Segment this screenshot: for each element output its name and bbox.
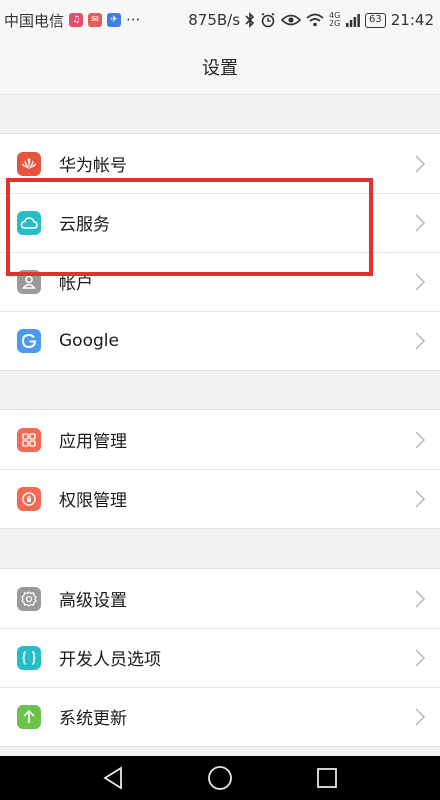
settings-item-accounts[interactable]: 帐户	[0, 252, 440, 311]
chevron-right-icon	[415, 213, 426, 232]
cloud-icon	[17, 210, 41, 235]
eye-comfort-icon	[281, 14, 302, 26]
settings-item-label: Google	[59, 330, 119, 351]
title-bar: 设置	[0, 40, 440, 95]
chevron-right-icon	[415, 589, 426, 608]
settings-item-google[interactable]: Google	[0, 311, 440, 370]
network-speed: 875B/s	[188, 11, 241, 29]
back-button[interactable]	[93, 758, 133, 798]
settings-item-label: 华为帐号	[59, 156, 127, 176]
huawei-icon	[17, 151, 41, 176]
carrier-label: 中国电信	[4, 11, 65, 30]
settings-item-system-update[interactable]: 系统更新	[0, 687, 440, 746]
more-notifications-icon: ···	[126, 11, 141, 29]
chevron-right-icon	[415, 430, 426, 449]
home-circle-icon	[208, 766, 232, 790]
settings-item-permissions[interactable]: 权限管理	[0, 469, 440, 528]
network-type: 4G 2G	[329, 11, 341, 28]
signal-icon	[346, 14, 360, 27]
google-icon	[17, 328, 41, 353]
settings-group-system: 高级设置 开发人员选项 系统更新	[0, 568, 440, 747]
chevron-right-icon	[415, 154, 426, 173]
back-triangle-icon	[103, 766, 123, 790]
mail-app-icon: ✉	[88, 13, 103, 27]
gear-icon	[17, 586, 41, 611]
settings-item-label: 应用管理	[59, 432, 127, 452]
account-icon	[17, 269, 41, 294]
settings-group-accounts: 华为帐号 云服务 帐户 Google	[0, 133, 440, 371]
settings-item-label: 开发人员选项	[59, 650, 161, 670]
chevron-right-icon	[415, 272, 426, 291]
settings-item-label: 帐户	[59, 274, 93, 294]
chevron-right-icon	[415, 331, 426, 350]
status-bar: 中国电信 ♫ ✉ ✈ ··· 875B/s 4G 2G 63 21:42	[0, 0, 440, 40]
recent-apps-button[interactable]	[307, 758, 347, 798]
braces-icon	[17, 645, 41, 670]
settings-item-label: 云服务	[59, 215, 110, 235]
settings-item-huawei-id[interactable]: 华为帐号	[0, 134, 440, 193]
home-button[interactable]	[200, 758, 240, 798]
recent-square-icon	[316, 768, 337, 788]
settings-item-label: 系统更新	[59, 709, 127, 729]
settings-item-developer-options[interactable]: 开发人员选项	[0, 628, 440, 687]
chevron-right-icon	[415, 707, 426, 726]
navigation-bar	[0, 756, 440, 800]
chevron-right-icon	[415, 648, 426, 667]
settings-item-cloud[interactable]: 云服务	[0, 193, 440, 252]
app-grid-icon	[17, 427, 41, 452]
page-title: 设置	[202, 58, 238, 79]
arrow-up-icon	[17, 704, 41, 729]
settings-group-apps: 应用管理 权限管理	[0, 409, 440, 529]
bluetooth-icon	[245, 12, 255, 28]
chevron-right-icon	[415, 489, 426, 508]
wifi-icon	[306, 13, 324, 27]
battery-level: 63	[365, 12, 386, 28]
settings-item-label: 高级设置	[59, 591, 127, 611]
settings-item-label: 权限管理	[59, 491, 127, 511]
clock: 21:42	[390, 11, 434, 29]
music-app-icon: ♫	[69, 13, 84, 27]
settings-item-app-management[interactable]: 应用管理	[0, 410, 440, 469]
shield-icon	[17, 486, 41, 511]
app-store-icon: ✈	[107, 13, 122, 27]
alarm-icon	[261, 12, 275, 28]
settings-item-advanced[interactable]: 高级设置	[0, 569, 440, 628]
